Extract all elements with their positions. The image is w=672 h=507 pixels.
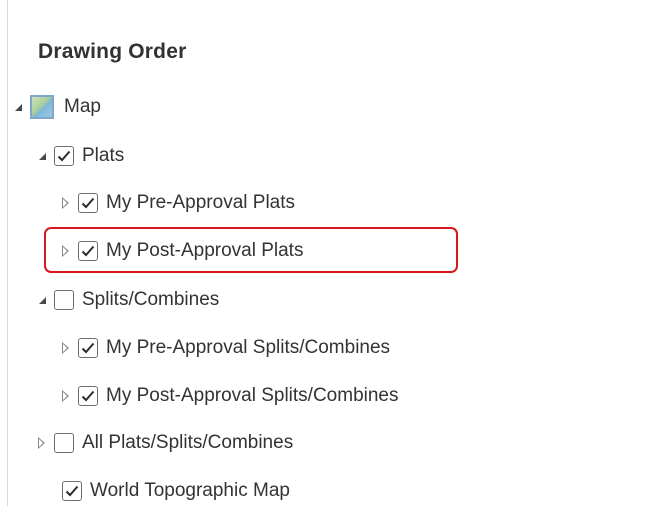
tree-item-label: Plats (82, 145, 125, 166)
panel-title: Drawing Order (38, 40, 187, 63)
tree-item-splits-combines[interactable]: Splits/Combines (34, 284, 219, 316)
expand-down-icon[interactable] (34, 149, 48, 163)
checkbox-checked-icon[interactable] (54, 146, 74, 166)
tree-item-map[interactable]: Map (10, 91, 101, 123)
tree-item-label: My Pre-Approval Splits/Combines (106, 337, 391, 358)
expand-right-icon[interactable] (58, 341, 72, 355)
expand-right-icon[interactable] (34, 436, 48, 450)
expand-down-icon[interactable] (10, 100, 24, 114)
tree-item-plats[interactable]: Plats (34, 140, 124, 172)
tree-item-pre-approval-plats[interactable]: My Pre-Approval Plats (58, 187, 295, 219)
tree-item-label: My Pre-Approval Plats (106, 192, 296, 213)
checkbox-unchecked-icon[interactable] (54, 290, 74, 310)
tree-item-all-plats-splits[interactable]: All Plats/Splits/Combines (34, 427, 293, 459)
checkbox-checked-icon[interactable] (78, 193, 98, 213)
highlight-box (44, 227, 458, 273)
expand-right-icon[interactable] (58, 196, 72, 210)
tree-item-label: Map (64, 96, 101, 117)
pane-border (7, 0, 8, 506)
contents-pane: Drawing Order Map Plats My Pre-Approval … (0, 0, 672, 506)
tree-item-label: My Post-Approval Splits/Combines (106, 385, 399, 406)
tree-item-post-approval-splits[interactable]: My Post-Approval Splits/Combines (58, 380, 399, 412)
map-icon (30, 95, 54, 119)
tree-item-pre-approval-splits[interactable]: My Pre-Approval Splits/Combines (58, 332, 390, 364)
checkbox-checked-icon[interactable] (78, 386, 98, 406)
tree-item-world-topo[interactable]: World Topographic Map (54, 475, 290, 507)
checkbox-unchecked-icon[interactable] (54, 433, 74, 453)
checkbox-checked-icon[interactable] (78, 338, 98, 358)
expand-right-icon[interactable] (58, 389, 72, 403)
tree-item-label: Splits/Combines (82, 289, 220, 310)
tree-item-label: All Plats/Splits/Combines (82, 432, 294, 453)
tree-item-label: World Topographic Map (90, 480, 290, 501)
checkbox-checked-icon[interactable] (62, 481, 82, 501)
expand-down-icon[interactable] (34, 293, 48, 307)
